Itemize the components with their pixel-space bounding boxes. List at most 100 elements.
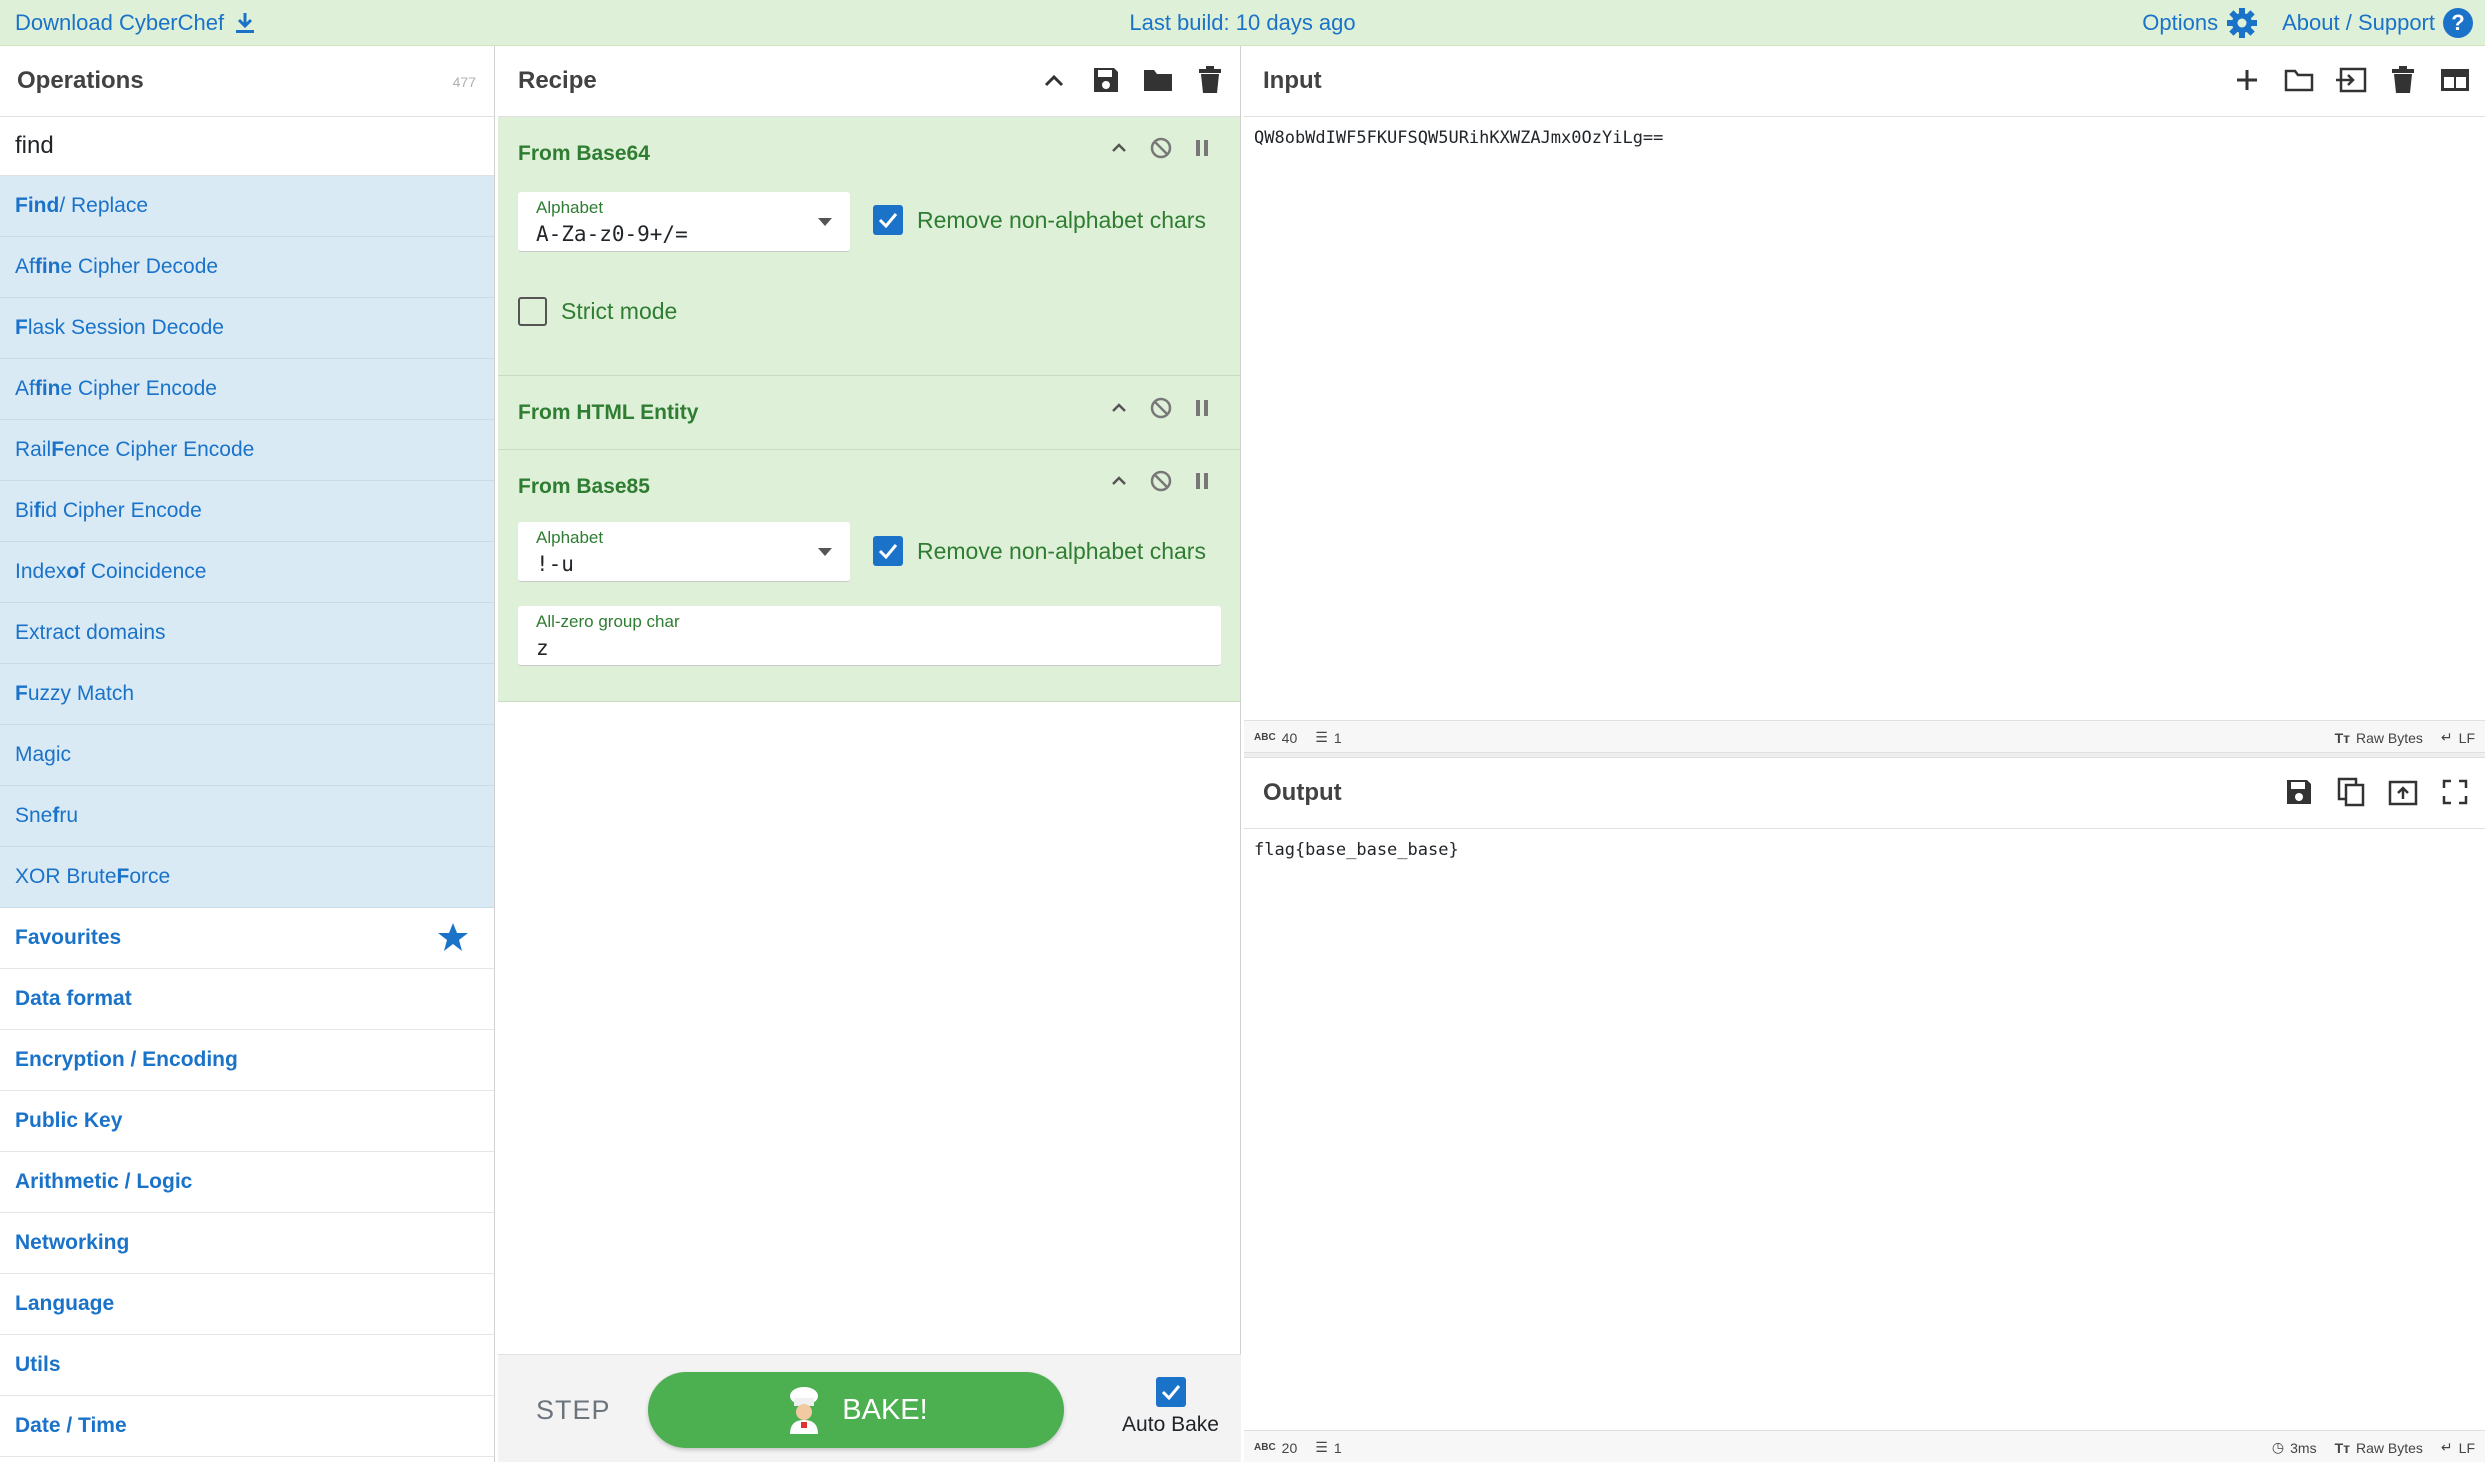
gear-icon[interactable] [2226,7,2258,39]
maximise-icon[interactable] [2439,776,2471,808]
search-result-item[interactable]: Find / Replace [0,176,494,237]
operations-title: Operations [17,67,144,94]
recipe-op-from-html-entity[interactable]: From HTML Entity [498,376,1240,450]
step-button[interactable]: STEP [536,1395,611,1426]
search-result-item[interactable]: Bi f id Cipher Encode [0,481,494,542]
search-result-item[interactable]: Extract domains [0,603,494,664]
strict-mode-checkbox[interactable]: Strict mode [518,297,677,326]
options-label[interactable]: Options [2142,10,2218,36]
bake-time: 3ms [2290,1439,2317,1456]
input-textarea[interactable]: QW8obWdIWF5FKUFSQW5URihKXWZAJmx0OzYiLg== [1254,128,1663,148]
copy-output-icon[interactable] [2335,776,2367,808]
result-text-match: Find [15,194,60,217]
disable-op-icon[interactable] [1150,137,1172,159]
options-button[interactable]: Options [2142,7,2258,39]
checkbox-checked-icon[interactable] [873,536,903,566]
input-eol[interactable]: LF [2459,730,2475,746]
download-icon[interactable] [234,11,256,35]
result-text-match: f [33,499,41,522]
disable-op-icon[interactable] [1150,397,1172,419]
category-item[interactable]: Public Key [0,1091,494,1152]
checkbox-checked-icon[interactable] [1155,1377,1186,1407]
output-encoding-selector[interactable]: Tт Raw Bytes [2335,1440,2423,1456]
all-zero-value[interactable]: z [536,636,549,660]
category-item[interactable]: Networking [0,1213,494,1274]
search-result-item[interactable]: Af fin e Cipher Decode [0,237,494,298]
save-recipe-icon[interactable] [1090,64,1122,96]
add-tab-icon[interactable] [2231,64,2263,96]
chevron-down-icon[interactable] [818,548,832,556]
collapse-op-icon[interactable] [1110,402,1128,414]
output-text[interactable]: flag{base_base_base} [1254,840,1459,860]
breakpoint-icon[interactable] [1194,138,1210,158]
bake-label[interactable]: BAKE! [842,1394,927,1427]
checkbox-unchecked-icon[interactable] [518,297,547,326]
checkbox-checked-icon[interactable] [873,205,903,235]
recipe-op-from-base85[interactable]: From Base85 Alphabet !-u Remove non-alph… [498,450,1240,702]
alphabet-select[interactable]: Alphabet A-Za-z0-9+/= [518,192,850,252]
search-result-item[interactable]: Sne f ru [0,786,494,847]
auto-bake-checkbox[interactable]: Auto Bake [1108,1377,1233,1437]
breakpoint-icon[interactable] [1194,398,1210,418]
load-recipe-icon[interactable] [1142,64,1174,96]
help-icon[interactable]: ? [2443,7,2473,38]
disable-op-icon[interactable] [1150,470,1172,492]
replace-input-icon[interactable] [2387,776,2419,808]
category-item[interactable]: Data format [0,969,494,1030]
op-title: From Base64 [518,142,650,165]
download-link[interactable]: Download CyberChef [15,10,256,36]
clear-recipe-icon[interactable] [1194,64,1226,96]
open-folder-icon[interactable] [2283,64,2315,96]
remove-non-alphabet-checkbox[interactable]: Remove non-alphabet chars [873,205,1206,235]
category-item[interactable]: Arithmetic / Logic [0,1152,494,1213]
search-result-item[interactable]: Af fin e Cipher Encode [0,359,494,420]
star-icon [437,922,469,958]
bake-button[interactable]: BAKE! [648,1372,1064,1448]
open-file-icon[interactable] [2335,64,2367,96]
search-result-item[interactable]: Magic [0,725,494,786]
search-result-item[interactable]: XOR Brute Force [0,847,494,908]
collapse-op-icon[interactable] [1110,475,1128,487]
result-text-match: F [116,865,130,888]
output-eol[interactable]: LF [2459,1440,2475,1456]
all-zero-group-char-field[interactable]: All-zero group char z [518,606,1221,666]
alphabet-value[interactable]: !-u [536,552,574,576]
reset-layout-icon[interactable] [2439,64,2471,96]
alphabet-select[interactable]: Alphabet !-u [518,522,850,582]
clear-input-icon[interactable] [2387,64,2419,96]
collapse-op-icon[interactable] [1110,142,1128,154]
output-length: 20 [1281,1439,1298,1456]
result-text-pre: Magic [15,743,72,766]
search-result-item[interactable]: Flask Session Decode [0,298,494,359]
save-output-icon[interactable] [2283,776,2315,808]
result-text-match: F [15,316,28,339]
chef-icon [790,1387,819,1434]
clock-icon: ◷ [2271,1439,2285,1455]
category-item[interactable]: Favourites [0,908,494,969]
output-eol-selector[interactable]: ↵ LF [2441,1439,2475,1456]
remove-non-alphabet-checkbox[interactable]: Remove non-alphabet chars [873,536,1206,566]
input-eol-selector[interactable]: ↵ LF [2441,729,2475,746]
result-text-post: ru [59,804,79,827]
category-item[interactable]: Language [0,1274,494,1335]
category-item[interactable]: Encryption / Encoding [0,1030,494,1091]
search-result-item[interactable]: Index of Coincidence [0,542,494,603]
category-item[interactable]: Utils [0,1335,494,1396]
input-encoding[interactable]: Raw Bytes [2356,730,2423,746]
alphabet-value[interactable]: A-Za-z0-9+/= [536,222,688,246]
output-encoding[interactable]: Raw Bytes [2356,1440,2423,1456]
operations-search-input[interactable]: find [0,117,494,176]
result-text-post: ence Cipher Encode [64,438,255,461]
about-label[interactable]: About / Support [2282,10,2435,36]
search-result-item[interactable]: Fuzzy Match [0,664,494,725]
download-label[interactable]: Download CyberChef [15,10,224,36]
search-result-item[interactable]: Rail Fence Cipher Encode [0,420,494,481]
collapse-all-icon[interactable] [1038,64,1070,96]
result-text-pre: Bi [15,499,34,522]
input-encoding-selector[interactable]: Tт Raw Bytes [2335,730,2423,746]
category-item[interactable]: Date / Time [0,1396,494,1457]
about-support-button[interactable]: About / Support ? [2282,7,2473,38]
breakpoint-icon[interactable] [1194,471,1210,491]
chevron-down-icon[interactable] [818,218,832,226]
recipe-op-from-base64[interactable]: From Base64 Alphabet A-Za-z0-9+/= Remove… [498,117,1240,376]
